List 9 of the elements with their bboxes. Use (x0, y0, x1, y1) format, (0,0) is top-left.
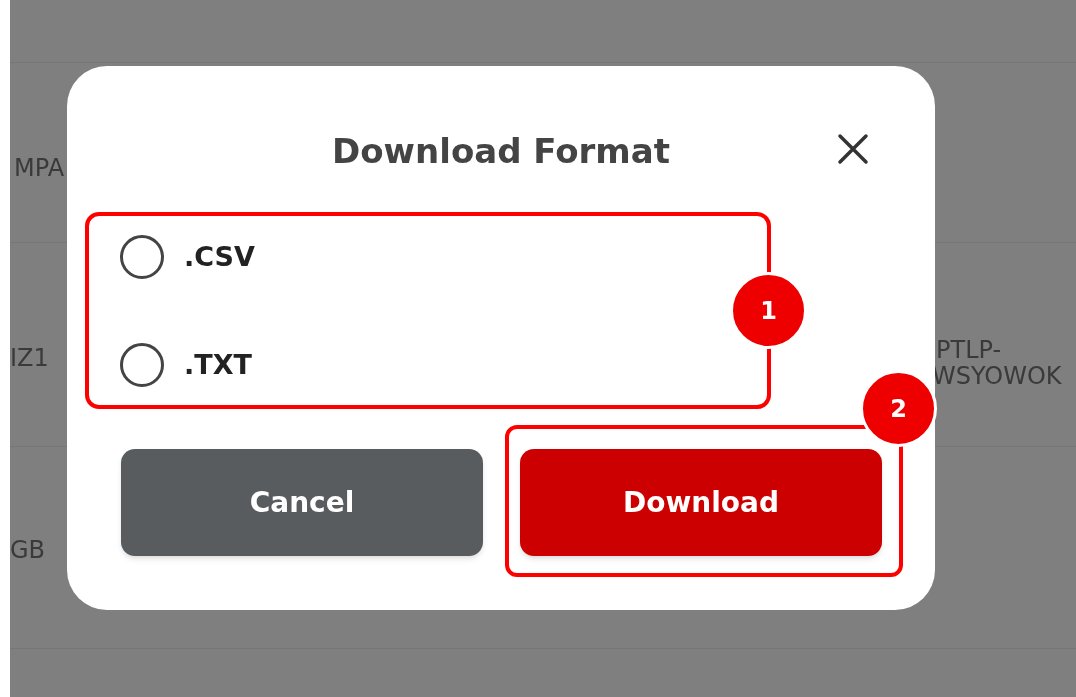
close-icon[interactable] (837, 133, 869, 165)
option-label[interactable]: .CSV (184, 236, 255, 278)
table-cell-text: MPA (14, 153, 65, 184)
table-cell-text: IZ1 (10, 343, 49, 374)
dialog-title: Download Format (331, 130, 671, 173)
table-cell-text: GB (10, 535, 46, 566)
download-button[interactable]: Download (520, 449, 882, 556)
cancel-button[interactable]: Cancel (121, 449, 483, 556)
option-label[interactable]: .TXT (184, 344, 252, 386)
